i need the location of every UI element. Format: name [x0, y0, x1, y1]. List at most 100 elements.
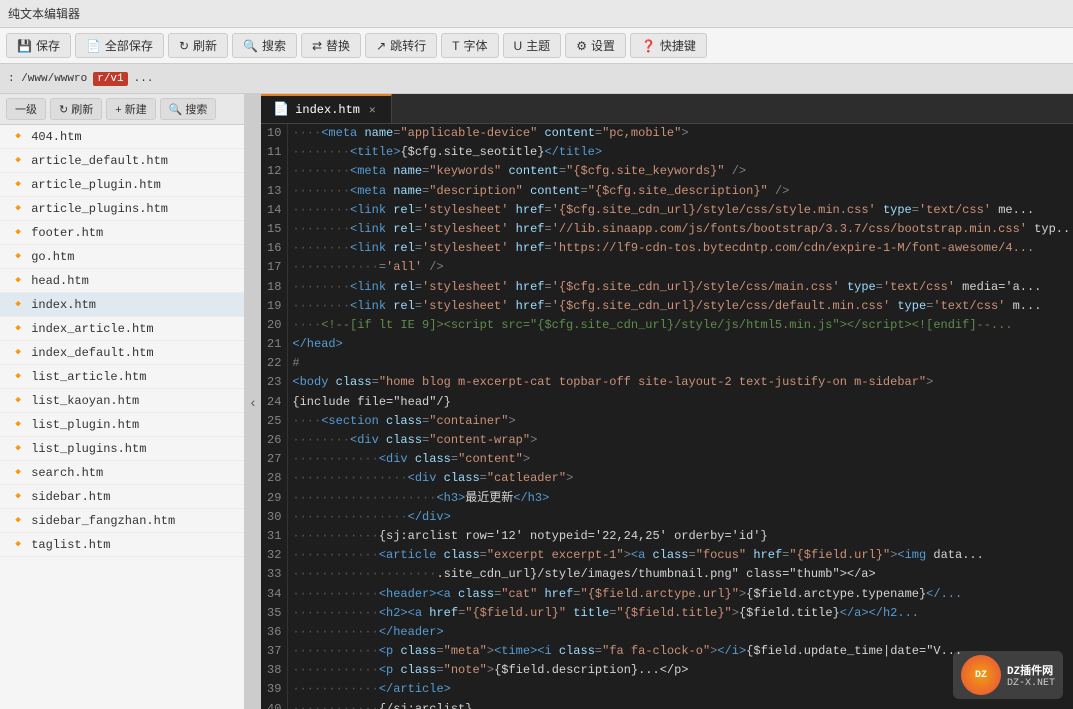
line-number: 10 [261, 124, 288, 143]
sidebar-file-item[interactable]: 🔸 index_default.htm [0, 341, 244, 365]
line-content[interactable]: ············{/sj:arclist} [288, 700, 1073, 709]
file-icon: 🔸 [10, 513, 26, 528]
sidebar-file-item[interactable]: 🔸 article_plugins.htm [0, 197, 244, 221]
sidebar-file-item[interactable]: 🔸 index_article.htm [0, 317, 244, 341]
editor-tab-index[interactable]: 📄 index.htm ✕ [261, 94, 392, 123]
file-name: list_article.htm [31, 370, 146, 384]
line-number: 34 [261, 585, 288, 604]
path-bar: : /www/wwwro r/v1 ... [0, 64, 1073, 94]
replace-icon: ⇄ [312, 39, 322, 53]
replace-button[interactable]: ⇄ 替换 [301, 33, 361, 58]
watermark: DZ DZ插件网 DZ-X.NET [953, 651, 1063, 699]
file-icon: 🔸 [10, 249, 26, 264]
jump-icon: ↗ [376, 39, 386, 53]
tab-filename: index.htm [295, 103, 360, 117]
line-content[interactable]: ········<title>{$cfg.site_seotitle}</tit… [288, 143, 1073, 162]
code-line: 29····················<h3>最近更新</h3> [261, 489, 1073, 508]
line-content[interactable]: ············{sj:arclist row='12' notypei… [288, 527, 1073, 546]
font-button[interactable]: T 字体 [441, 33, 498, 58]
sidebar-file-item[interactable]: 🔸 sidebar_fangzhan.htm [0, 509, 244, 533]
file-name: list_plugin.htm [31, 418, 139, 432]
code-line: 38············<p class="note">{$field.de… [261, 661, 1073, 680]
line-content[interactable]: ············<article class="excerpt exce… [288, 546, 1073, 565]
line-content[interactable]: ········<meta name="description" content… [288, 182, 1073, 201]
line-content[interactable]: ····<meta name="applicable-device" conte… [288, 124, 1073, 143]
level-button[interactable]: 一级 [6, 98, 46, 120]
search-button[interactable]: 🔍 搜索 [232, 33, 297, 58]
line-content[interactable]: ········<link rel='stylesheet' href='{$c… [288, 297, 1073, 316]
sidebar-file-item[interactable]: 🔸 head.htm [0, 269, 244, 293]
line-content[interactable]: ················</div> [288, 508, 1073, 527]
file-name: 404.htm [31, 130, 81, 144]
theme-button[interactable]: U 主题 [503, 33, 562, 58]
sidebar-file-item[interactable]: 🔸 search.htm [0, 461, 244, 485]
file-icon: 🔸 [10, 465, 26, 480]
save-all-icon: 📄 [86, 39, 101, 53]
line-number: 13 [261, 182, 288, 201]
file-icon: 🔸 [10, 417, 26, 432]
refresh-button[interactable]: ↻ 刷新 [168, 33, 228, 58]
sidebar-file-item[interactable]: 🔸 article_plugin.htm [0, 173, 244, 197]
line-content[interactable]: ········<link rel='stylesheet' href='{$c… [288, 278, 1073, 297]
new-file-button[interactable]: + 新建 [106, 98, 155, 120]
save-all-button[interactable]: 📄 全部保存 [75, 33, 164, 58]
line-content[interactable]: ············<h2><a href="{$field.url}" t… [288, 604, 1073, 623]
sidebar-file-item[interactable]: 🔸 404.htm [0, 125, 244, 149]
line-content[interactable]: ····<section class="container"> [288, 412, 1073, 431]
sidebar-file-item[interactable]: 🔸 index.htm [0, 293, 244, 317]
line-content[interactable]: ········<link rel='stylesheet' href='htt… [288, 239, 1073, 258]
line-content[interactable]: ········<div class="content-wrap"> [288, 431, 1073, 450]
save-button[interactable]: 💾 保存 [6, 33, 71, 58]
sidebar-file-item[interactable]: 🔸 list_plugins.htm [0, 437, 244, 461]
line-number: 22 [261, 354, 288, 373]
line-number: 27 [261, 450, 288, 469]
line-number: 15 [261, 220, 288, 239]
sidebar-file-item[interactable]: 🔸 footer.htm [0, 221, 244, 245]
sidebar-file-item[interactable]: 🔸 list_kaoyan.htm [0, 389, 244, 413]
collapse-sidebar-button[interactable]: ‹ [245, 94, 261, 709]
line-content[interactable]: <body class="home blog m-excerpt-cat top… [288, 373, 1073, 392]
sidebar-file-item[interactable]: 🔸 list_article.htm [0, 365, 244, 389]
line-content[interactable]: ············='all' /> [288, 258, 1073, 277]
line-number: 38 [261, 661, 288, 680]
line-content[interactable]: ············</header> [288, 623, 1073, 642]
search-label: 搜索 [262, 37, 286, 54]
sidebar-refresh-icon: ↻ [59, 103, 68, 116]
settings-button[interactable]: ⚙ 设置 [565, 33, 626, 58]
line-number: 11 [261, 143, 288, 162]
line-content[interactable]: ········<link rel='stylesheet' href='//l… [288, 220, 1073, 239]
line-number: 18 [261, 278, 288, 297]
line-number: 28 [261, 469, 288, 488]
code-editor[interactable]: 10····<meta name="applicable-device" con… [261, 124, 1073, 709]
line-content[interactable]: ················<div class="catleader"> [288, 469, 1073, 488]
line-content[interactable]: ····················.site_cdn_url}/style… [288, 565, 1073, 584]
tab-bar: 📄 index.htm ✕ [261, 94, 1073, 124]
sidebar-file-item[interactable]: 🔸 sidebar.htm [0, 485, 244, 509]
line-number: 21 [261, 335, 288, 354]
sidebar-file-item[interactable]: 🔸 taglist.htm [0, 533, 244, 557]
line-content[interactable]: # [288, 354, 1073, 373]
line-content[interactable]: ············<header><a class="cat" href=… [288, 585, 1073, 604]
sidebar-search-button[interactable]: 🔍 搜索 [160, 98, 217, 120]
line-number: 26 [261, 431, 288, 450]
sidebar-file-item[interactable]: 🔸 go.htm [0, 245, 244, 269]
line-content[interactable]: </head> [288, 335, 1073, 354]
tab-close-button[interactable]: ✕ [366, 102, 379, 118]
sidebar-file-item[interactable]: 🔸 article_default.htm [0, 149, 244, 173]
settings-icon: ⚙ [576, 39, 587, 53]
jump-button[interactable]: ↗ 跳转行 [365, 33, 437, 58]
code-line: 18········<link rel='stylesheet' href='{… [261, 278, 1073, 297]
line-content[interactable]: ········<link rel='stylesheet' href='{$c… [288, 201, 1073, 220]
line-content[interactable]: ····<!--[if lt IE 9]><script src="{$cfg.… [288, 316, 1073, 335]
sidebar-file-item[interactable]: 🔸 list_plugin.htm [0, 413, 244, 437]
code-line: 32············<article class="excerpt ex… [261, 546, 1073, 565]
line-content[interactable]: {include file="head"/} [288, 393, 1073, 412]
line-content[interactable]: ········<meta name="keywords" content="{… [288, 162, 1073, 181]
file-icon: 🔸 [10, 225, 26, 240]
sidebar-refresh-button[interactable]: ↻ 刷新 [50, 98, 102, 120]
shortcut-button[interactable]: ❓ 快捷键 [630, 33, 707, 58]
line-content[interactable]: ············<div class="content"> [288, 450, 1073, 469]
settings-label: 设置 [591, 37, 615, 54]
line-content[interactable]: ····················<h3>最近更新</h3> [288, 489, 1073, 508]
line-number: 20 [261, 316, 288, 335]
